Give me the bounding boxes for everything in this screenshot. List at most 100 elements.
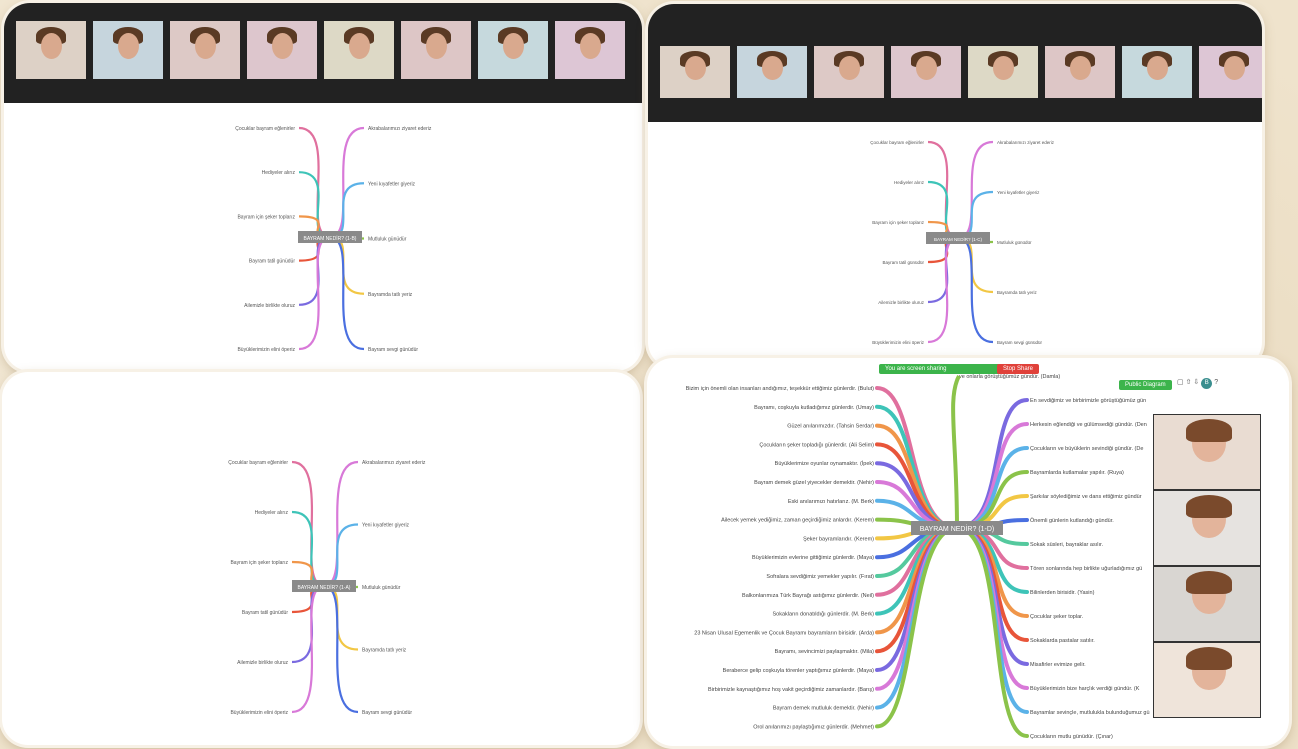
branch-label[interactable]: Bayram için şeker toplarız	[872, 220, 925, 225]
branch-label[interactable]: Ailemizle birlikte oluruz	[244, 303, 295, 309]
participant-video[interactable]	[247, 21, 317, 79]
branch-label[interactable]: Mutluluk günüdür	[368, 237, 407, 243]
branch-label[interactable]: Çocuklar bayram eğlenirler	[228, 460, 288, 466]
participant-video[interactable]	[891, 46, 961, 98]
branch-label[interactable]: Bayram için şeker toplarız	[230, 560, 288, 566]
branch-label[interactable]: Balkonlarımıza Türk Bayrağı astığımız gü…	[742, 593, 874, 599]
branch-label[interactable]: Hediyeler alırız	[262, 170, 296, 176]
branch-label[interactable]: Çocuklar şeker toplar.	[1030, 614, 1084, 620]
branch-label[interactable]: Misafirler evimize gelir.	[1030, 662, 1086, 668]
branch-label[interactable]: Bayram sevgi günüdür	[997, 340, 1043, 345]
branch-label[interactable]: Yeni kıyafetler giyeriz	[362, 523, 410, 529]
mindmap-1a: Çocuklar bayram eğlenirler Hediyeler alır…	[228, 460, 426, 716]
avatar-icon[interactable]: B	[1201, 378, 1213, 389]
participant-video[interactable]	[737, 46, 807, 98]
branch-label[interactable]: Akrabalarımızı ziyaret ederiz	[362, 460, 426, 466]
central-node-label: BAYRAM NEDİR? (1-D)	[920, 524, 995, 533]
participant-video[interactable]	[1153, 490, 1261, 566]
participant-video[interactable]	[814, 46, 884, 98]
branch-label[interactable]: Şarkılar söylediğimiz ve dans ettiğimiz …	[1030, 494, 1142, 500]
branch-label[interactable]: Bayram sevgi günüdür	[368, 347, 418, 353]
branch-label-top[interactable]: ve onlarla görüştüğümüz gündür. (Damla)	[959, 374, 1060, 380]
branch-label[interactable]: Eski anılarımızı hatırlarız. (M. Berk)	[788, 499, 874, 505]
download-icon[interactable]: ⇩	[1193, 379, 1199, 386]
branch-label[interactable]: Bayram için şeker toplarız	[237, 214, 295, 220]
branch-label[interactable]: Şeker bayramlarıdır. (Kerem)	[803, 536, 874, 542]
stop-share-button[interactable]: Stop Share	[997, 364, 1040, 374]
branch-label[interactable]: Bayramda tatlı yeriz	[368, 292, 413, 298]
participant-video[interactable]	[1122, 46, 1192, 98]
branch-label[interactable]: Birbirimizle kaynaştığımız hoş vakit geç…	[708, 687, 874, 693]
branch-label[interactable]: Bilinlerden birisidir. (Yasin)	[1030, 590, 1095, 596]
branch-label[interactable]: Büyüklerimizin evlerine gittiğimiz günle…	[752, 555, 874, 561]
public-diagram-button[interactable]: Public Diagram	[1119, 380, 1172, 390]
participant-video[interactable]	[555, 21, 625, 79]
branch-label[interactable]: Mutluluk günüdür	[997, 240, 1032, 245]
branch-label[interactable]: Sokaklarda pastalar satılır.	[1030, 638, 1095, 644]
branch-label[interactable]: Sofralara sevdiğimiz yemekler yapılır. (…	[766, 574, 874, 580]
branch-label[interactable]: Bayram tatil günüdür	[882, 260, 924, 265]
branch-label[interactable]: Güzel anılarımızdır. (Tahsin Serdar)	[787, 424, 874, 430]
screen-share-bar[interactable]: You are screen sharing	[879, 364, 1001, 374]
branch-label[interactable]: Ailemizle birlikte oluruz	[237, 660, 288, 666]
branch-label[interactable]: Ailemizle birlikte oluruz	[878, 300, 925, 305]
branch-label[interactable]: Büyüklerimize oyunlar oynamaktır. (İpek)	[775, 460, 875, 467]
participant-video[interactable]	[324, 21, 394, 79]
branch-label[interactable]: Bayramda tatlı yeriz	[997, 290, 1038, 295]
branch-label[interactable]: Çocukların şeker topladığı günlerdir. (A…	[759, 442, 874, 448]
branch-label[interactable]: Büyüklerimizin bize harçlık verdiği günd…	[1030, 686, 1140, 692]
branch-label[interactable]: Akrabalarımızı ziyaret ederiz	[368, 126, 432, 132]
central-node-label: BAYRAM NEDİR? (1-A)	[298, 584, 351, 591]
participant-video[interactable]	[16, 21, 86, 79]
branch-label[interactable]: Beraberce gelip coşkuyla törenler yaptığ…	[723, 668, 874, 674]
branch-label[interactable]: Sokak süsleri, bayraklar asılır.	[1030, 542, 1104, 548]
branch-line	[323, 523, 359, 588]
branch-label[interactable]: Sokakların donatıldığı günlerdir. (M. Be…	[773, 612, 875, 618]
branch-label[interactable]: 23 Nisan Ulusal Egemenlik ve Çocuk Bayra…	[694, 630, 874, 636]
participant-video[interactable]	[1153, 566, 1261, 642]
branch-label[interactable]: Büyüklerimizin elini öperiz	[872, 340, 925, 345]
branch-label[interactable]: Bayram tatil günüdür	[242, 610, 288, 616]
branch-label[interactable]: Bayram demek güzel yiyecekler demektir. …	[754, 480, 874, 486]
branch-label[interactable]: Büyüklerimizin elini öperiz	[230, 710, 288, 716]
branch-label[interactable]: Büyüklerimizin elini öperiz	[237, 347, 295, 353]
branch-label[interactable]: Bayram demek mutluluk demektir. (Nehir)	[773, 706, 874, 712]
participant-video[interactable]	[660, 46, 730, 98]
branch-label[interactable]: Akrabalarımızı ziyaret ederiz	[997, 140, 1055, 145]
branch-label[interactable]: Tören sonlarında hep birlikte uğurladığı…	[1030, 566, 1142, 572]
branch-label[interactable]: Herkesin eğlendiği ve gülümsediği gündür…	[1030, 422, 1147, 428]
branch-label[interactable]: Bizim için önemli olan insanları andığım…	[686, 386, 874, 392]
participant-video[interactable]	[401, 21, 471, 79]
participant-video[interactable]	[93, 21, 163, 79]
branch-label[interactable]: Hediyeler alırız	[894, 180, 925, 185]
upload-icon[interactable]: ⇧	[1186, 379, 1192, 386]
branch-label[interactable]: Yeni kıyafetler giyeriz	[997, 190, 1040, 195]
branch-label[interactable]: Bayramı, coşkuyla kutladığımız günlerdir…	[754, 405, 874, 411]
branch-label[interactable]: Orol anılarımızı paylaştığımız günlerdir…	[753, 724, 874, 730]
branch-label[interactable]: Hediyeler alırız	[255, 510, 289, 516]
square-icon[interactable]: ▢	[1177, 379, 1184, 386]
branch-label[interactable]: Bayramlarda kutlamalar yapılır. (Ruya)	[1030, 470, 1124, 476]
branch-label[interactable]: Çocukların mutlu günüdür. (Çınar)	[1030, 734, 1113, 740]
branch-label[interactable]: Bayram tatil günüdür	[249, 259, 295, 265]
participant-video[interactable]	[1153, 414, 1261, 490]
branch-label[interactable]: Bayram sevgi günüdür	[362, 710, 412, 716]
branch-label[interactable]: Çocuklar bayram eğlenirler	[235, 126, 295, 132]
participant-video[interactable]	[968, 46, 1038, 98]
participant-video[interactable]	[1153, 642, 1261, 718]
branch-label[interactable]: Mutluluk günüdür	[362, 585, 401, 591]
participant-video[interactable]	[1199, 46, 1262, 98]
branch-label[interactable]: Bayramı, sevincimizi paylaşmaktır. (Mila…	[775, 649, 874, 655]
branch-label[interactable]: Önemli günlerin kutlandığı gündür.	[1030, 517, 1114, 524]
branch-label[interactable]: Ailecek yemek yediğimiz, zaman geçirdiği…	[721, 518, 874, 524]
branch-label[interactable]: Çocuklar bayram eğlenirler	[870, 140, 924, 145]
participant-video[interactable]	[170, 21, 240, 79]
help-icon[interactable]: ?	[1214, 379, 1218, 386]
branch-label[interactable]: En sevdiğimiz ve birbirimizle görüştüğüm…	[1030, 398, 1146, 404]
participant-video[interactable]	[478, 21, 548, 79]
participant-video[interactable]	[1045, 46, 1115, 98]
branch-label[interactable]: Çocukların ve büyüklerin sevindiği gündü…	[1030, 446, 1143, 452]
branch-label[interactable]: Yeni kıyafetler giyeriz	[368, 181, 416, 187]
branch-label[interactable]: Bayramlar sevinçle, mutlulukla bulunduğu…	[1030, 710, 1150, 716]
branch-label[interactable]: Bayramda tatlı yeriz	[362, 648, 407, 654]
